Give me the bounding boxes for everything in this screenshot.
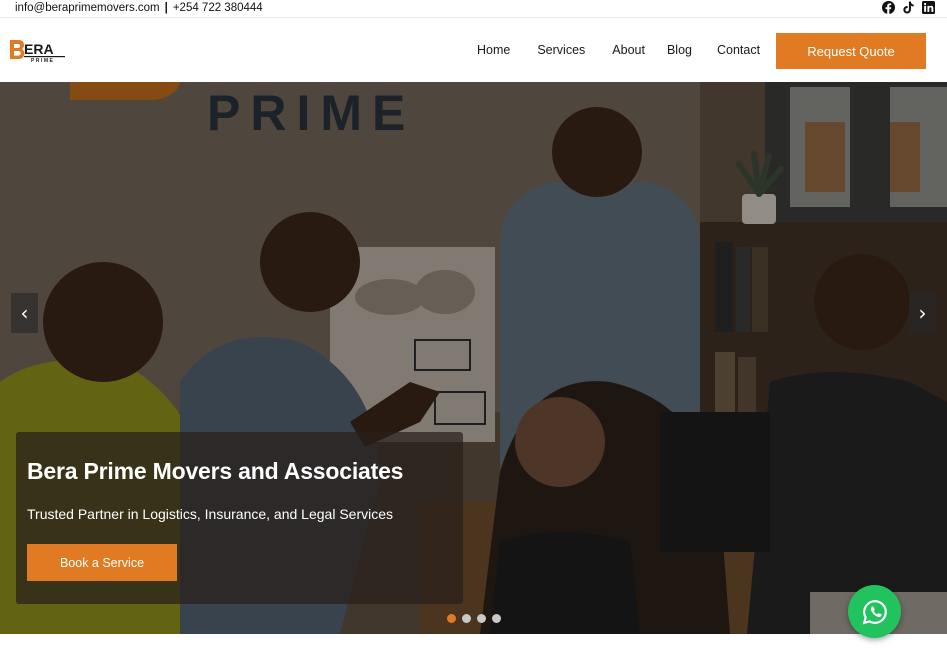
svg-text:PRIME: PRIME xyxy=(31,58,54,63)
main-nav: Home Services About Blog Contact xyxy=(477,43,760,57)
hero-subtitle: Trusted Partner in Logistics, Insurance,… xyxy=(27,506,394,522)
hero-slider: PRIME ‹ › Bera Prime Movers and Associat… xyxy=(0,82,947,634)
book-service-button[interactable]: Book a Service xyxy=(27,544,177,581)
slider-dots xyxy=(447,614,501,623)
svg-text:ERA: ERA xyxy=(24,41,54,57)
email-link[interactable]: info@beraprimemovers.com xyxy=(15,2,160,14)
social-links xyxy=(882,1,935,15)
slider-next-button[interactable]: › xyxy=(909,293,936,333)
nav-home[interactable]: Home xyxy=(477,43,510,57)
facebook-icon[interactable] xyxy=(882,1,895,15)
nav-about[interactable]: About xyxy=(612,43,645,57)
top-bar: info@beraprimemovers.com | +254 722 380444 xyxy=(0,0,947,18)
whatsapp-button[interactable] xyxy=(848,585,901,638)
request-quote-button[interactable]: Request Quote xyxy=(776,33,926,69)
slider-dot[interactable] xyxy=(462,614,471,623)
slider-dot[interactable] xyxy=(492,614,501,623)
phone-link[interactable]: +254 722 380444 xyxy=(173,2,263,14)
nav-services[interactable]: Services xyxy=(537,43,585,57)
whatsapp-icon xyxy=(862,599,887,624)
separator: | xyxy=(164,2,168,14)
linkedin-icon[interactable] xyxy=(922,1,935,14)
hero-caption: Bera Prime Movers and Associates Trusted… xyxy=(16,432,463,604)
slider-prev-button[interactable]: ‹ xyxy=(11,293,38,333)
hero-title: Bera Prime Movers and Associates xyxy=(27,458,404,484)
nav-contact[interactable]: Contact xyxy=(717,43,760,57)
chevron-right-icon: › xyxy=(918,301,927,325)
tiktok-icon[interactable] xyxy=(902,1,915,14)
chevron-left-icon: ‹ xyxy=(20,301,29,325)
slider-dot[interactable] xyxy=(477,614,486,623)
brand-logo[interactable]: ERA PRIME xyxy=(9,37,66,64)
slider-dot[interactable] xyxy=(447,614,456,623)
contact-info: info@beraprimemovers.com | +254 722 380444 xyxy=(15,2,263,14)
site-header: ERA PRIME Home Services About Blog Conta… xyxy=(0,19,947,82)
nav-blog[interactable]: Blog xyxy=(667,43,692,57)
